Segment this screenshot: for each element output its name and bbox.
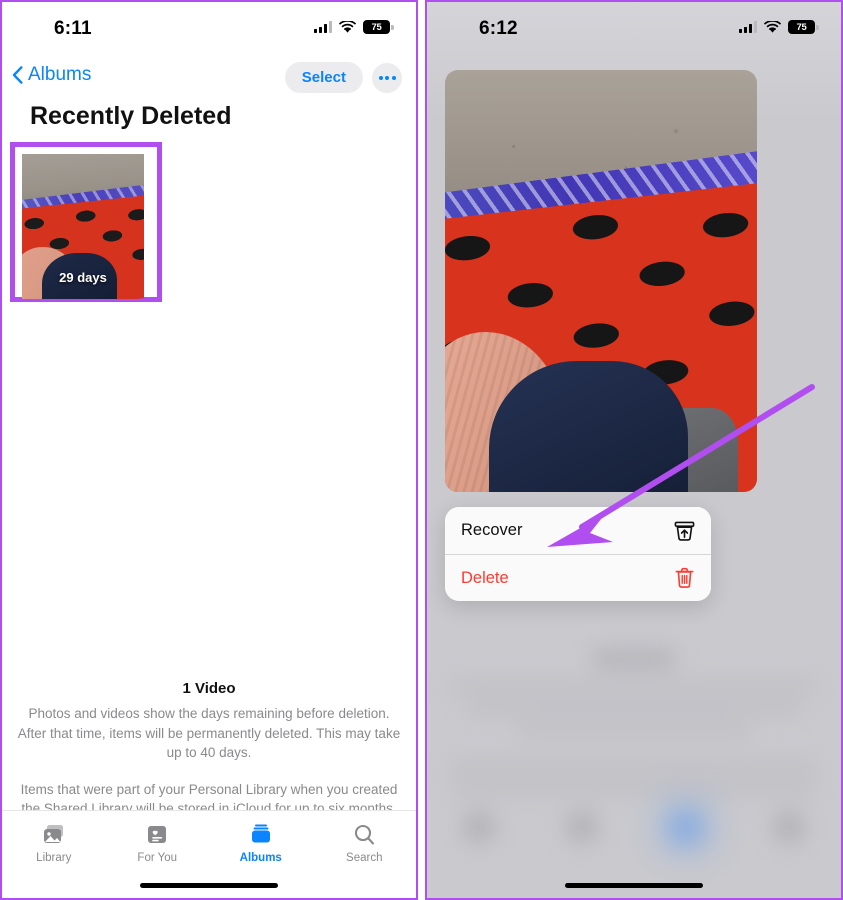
nav-actions: Select bbox=[284, 62, 402, 93]
home-indicator bbox=[140, 883, 278, 888]
blurred-background-content bbox=[427, 622, 841, 898]
search-icon bbox=[355, 824, 375, 845]
wifi-icon bbox=[339, 20, 356, 33]
cellular-bars-icon bbox=[739, 21, 757, 33]
status-bar-right: 6:12 75 bbox=[427, 2, 841, 54]
wifi-icon bbox=[764, 20, 781, 33]
recover-action[interactable]: Recover bbox=[445, 507, 711, 554]
chevron-left-icon bbox=[12, 66, 23, 84]
tab-bar: Library For You Albums Search bbox=[2, 810, 416, 898]
context-action-sheet: Recover Delete bbox=[445, 507, 711, 601]
cellular-bars-icon bbox=[314, 21, 332, 33]
right-phone-panel: 6:12 75 Recover Delete bbox=[425, 0, 843, 900]
select-button[interactable]: Select bbox=[284, 62, 363, 93]
selected-media-thumbnail[interactable]: 29 days bbox=[10, 142, 162, 302]
albums-icon bbox=[251, 824, 270, 843]
days-remaining-label: 29 days bbox=[59, 270, 107, 285]
screenshot-stage: 6:11 75 Albums Select Recently Deleted 2… bbox=[0, 0, 843, 900]
more-options-button[interactable] bbox=[372, 62, 402, 93]
tab-label: For You bbox=[137, 852, 178, 864]
status-bar-indicators: 75 bbox=[739, 20, 819, 34]
tab-albums[interactable]: Albums bbox=[209, 823, 313, 864]
tab-for-you[interactable]: For You bbox=[106, 823, 210, 864]
media-count-label: 1 Video bbox=[182, 680, 236, 697]
page-title: Recently Deleted bbox=[30, 102, 232, 130]
status-bar-time: 6:12 bbox=[479, 18, 518, 39]
status-bar-time: 6:11 bbox=[54, 18, 92, 39]
battery-icon: 75 bbox=[363, 20, 394, 34]
home-indicator bbox=[565, 883, 703, 888]
tab-search[interactable]: Search bbox=[313, 823, 417, 864]
delete-label: Delete bbox=[461, 568, 509, 587]
battery-icon: 75 bbox=[788, 20, 819, 34]
thumbnail-image: 29 days bbox=[22, 154, 144, 299]
tab-label: Library bbox=[36, 852, 72, 864]
navigation-bar: Albums Select bbox=[2, 57, 416, 101]
deletion-info-paragraph-1: Photos and videos show the days remainin… bbox=[17, 706, 401, 761]
ellipsis-icon bbox=[378, 75, 383, 80]
trash-arrow-up-icon bbox=[674, 521, 695, 541]
left-phone-panel: 6:11 75 Albums Select Recently Deleted 2… bbox=[0, 0, 418, 900]
delete-action[interactable]: Delete bbox=[445, 554, 711, 601]
for-you-heart-icon bbox=[148, 826, 167, 843]
status-bar-left: 6:11 75 bbox=[2, 2, 416, 54]
media-preview[interactable] bbox=[445, 70, 757, 492]
trash-icon bbox=[675, 567, 694, 588]
back-button-label: Albums bbox=[28, 64, 92, 85]
status-bar-indicators: 75 bbox=[314, 20, 394, 34]
tab-library[interactable]: Library bbox=[2, 823, 106, 864]
back-button[interactable]: Albums bbox=[12, 64, 91, 86]
photos-library-icon bbox=[43, 825, 63, 843]
footer-info: 1 Video Photos and videos show the days … bbox=[14, 680, 404, 819]
tab-label: Albums bbox=[239, 852, 282, 864]
tab-label: Search bbox=[346, 852, 383, 864]
recover-label: Recover bbox=[461, 521, 523, 539]
